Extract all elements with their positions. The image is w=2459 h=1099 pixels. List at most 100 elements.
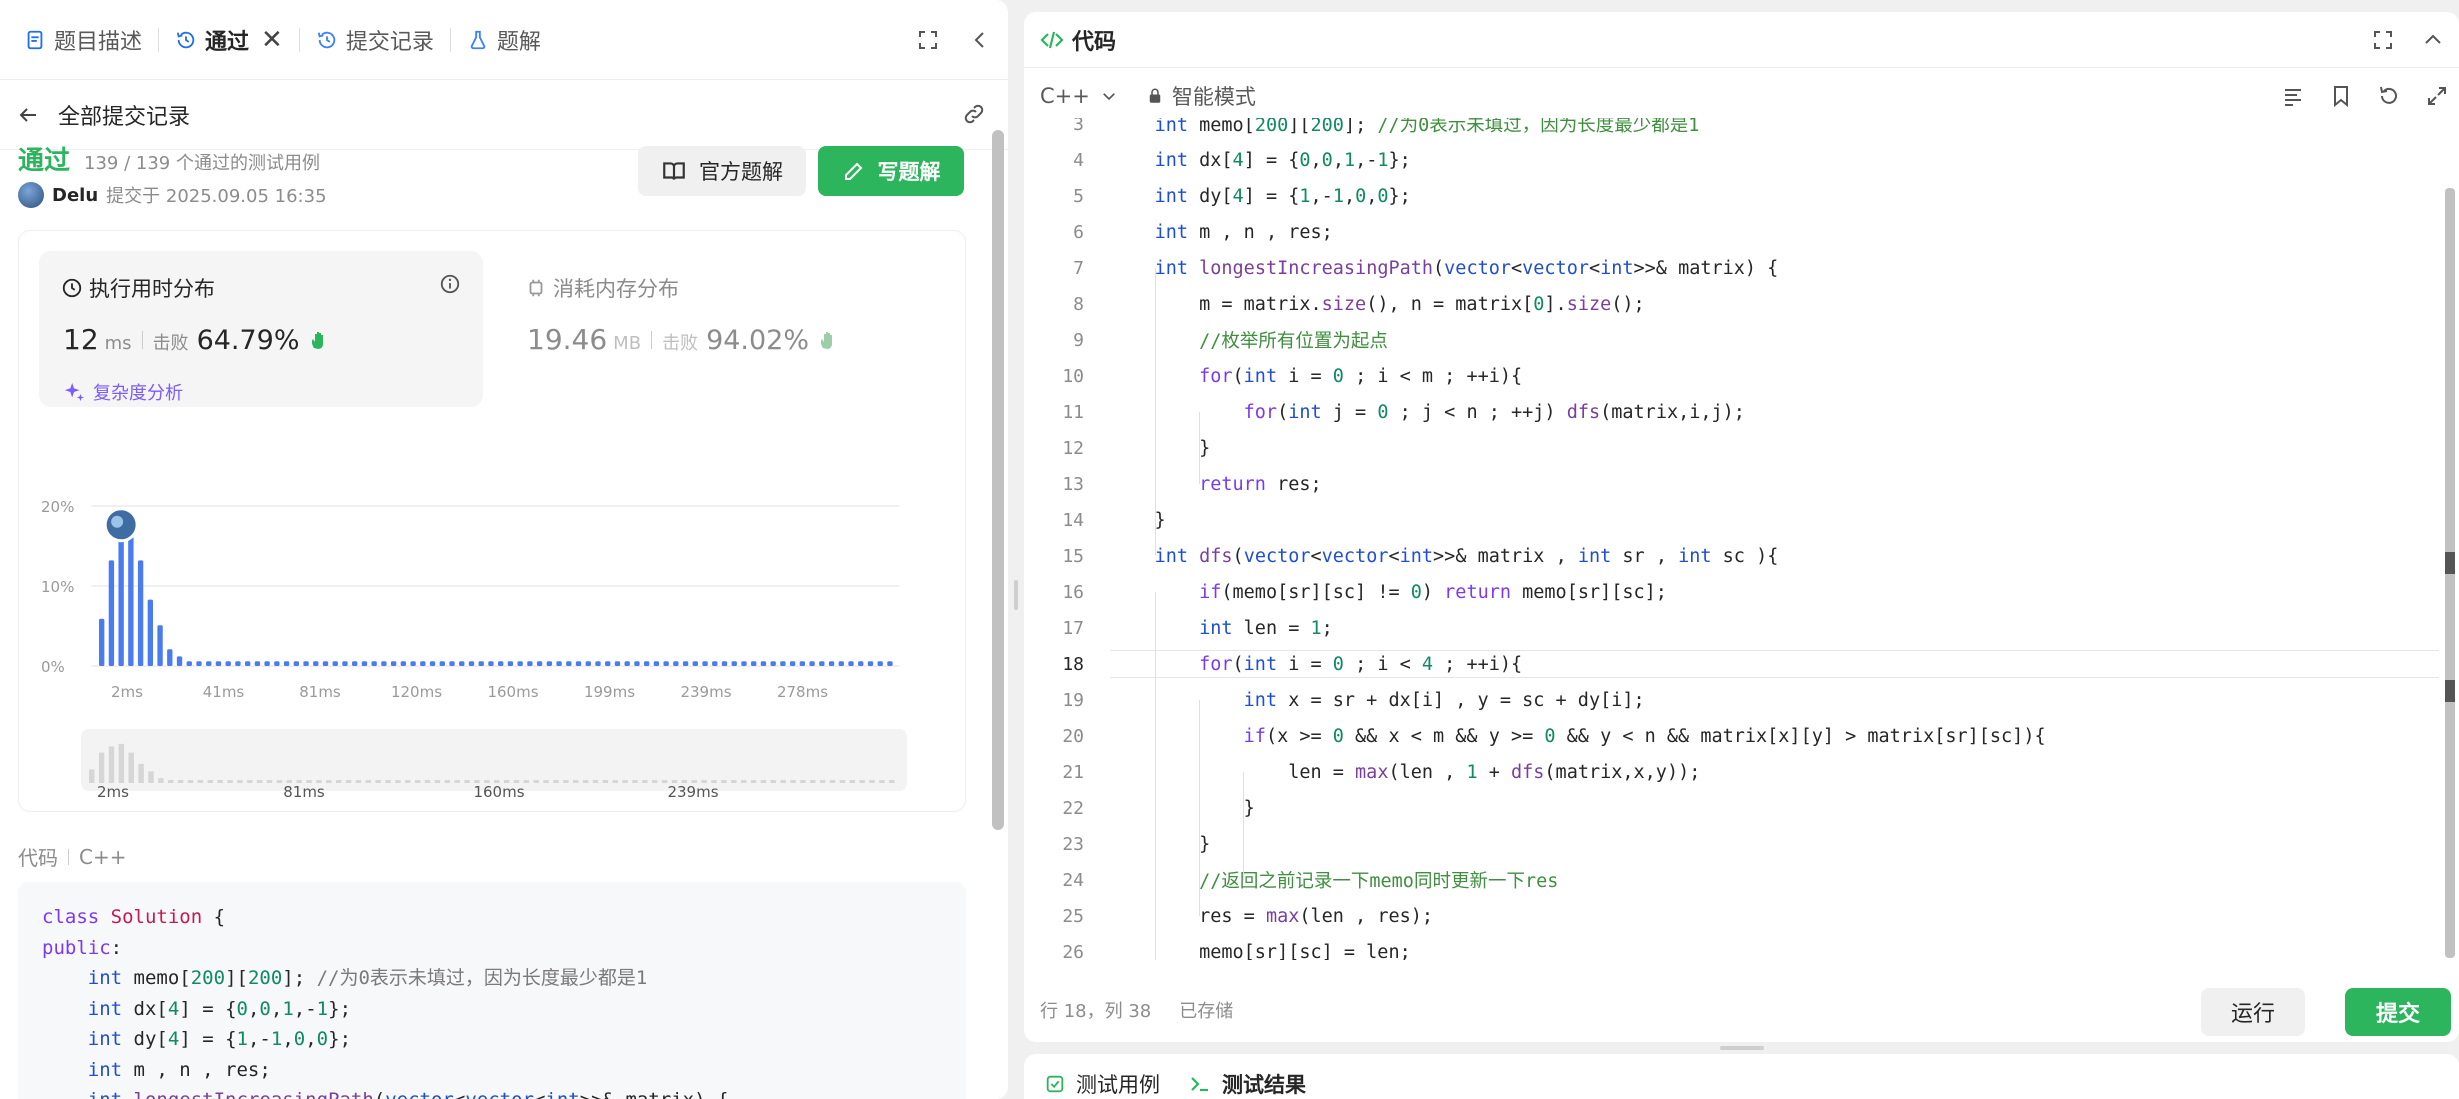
- chart-overview-bar: [385, 780, 391, 783]
- chart-bar: [692, 661, 698, 666]
- tab-test-result[interactable]: 测试结果: [1188, 1069, 1306, 1099]
- fullscreen-icon[interactable]: [916, 28, 940, 52]
- code-line[interactable]: 21 len = max(len , 1 + dfs(matrix,x,y));: [1024, 758, 2439, 786]
- code-line[interactable]: 18 for(int i = 0 ; i < 4 ; ++i){: [1024, 650, 2439, 678]
- code-line[interactable]: 16 if(memo[sr][sc] != 0) return memo[sr]…: [1024, 578, 2439, 606]
- sparkle-icon: [64, 382, 85, 402]
- code-line[interactable]: 26 memo[sr][sc] = len;: [1024, 938, 2439, 961]
- language-select[interactable]: C++: [1040, 84, 1118, 108]
- panel-resize-handle[interactable]: [1014, 580, 1018, 610]
- expand-icon[interactable]: [2425, 84, 2449, 108]
- tab-solutions[interactable]: 题解: [459, 0, 549, 80]
- format-icon[interactable]: [2281, 84, 2305, 108]
- chart-bar: [585, 661, 591, 666]
- chart-bar: [643, 661, 650, 666]
- line-number: 6: [1073, 221, 1084, 243]
- code-line[interactable]: 17 int len = 1;: [1024, 614, 2439, 642]
- all-submissions-link[interactable]: 全部提交记录: [58, 99, 190, 131]
- chart-overview-bar: [563, 780, 569, 783]
- tab-submissions-label: 提交记录: [345, 29, 434, 55]
- complexity-analysis-link[interactable]: 复杂度分析: [63, 379, 183, 405]
- chart-overview-bar: [89, 769, 95, 783]
- line-number: 25: [1062, 905, 1084, 927]
- code-editor[interactable]: 3 int memo[200][200]; //为0表示未填过，因为长度最少都是…: [1024, 118, 2439, 960]
- code-line[interactable]: 4 int dx[4] = {0,0,1,-1};: [1024, 146, 2439, 174]
- link-icon[interactable]: [962, 102, 986, 126]
- chart-bar: [128, 530, 134, 666]
- chart-bar: [361, 661, 368, 666]
- code-line[interactable]: 12 }: [1024, 434, 2439, 462]
- chart-bar: [799, 661, 806, 666]
- official-solution-label: 官方题解: [699, 160, 783, 184]
- smart-mode-toggle[interactable]: 智能模式: [1146, 81, 1256, 111]
- code-line[interactable]: 10 for(int i = 0 ; i < m ; ++i){: [1024, 362, 2439, 390]
- chart-bar: [167, 649, 173, 666]
- submit-button[interactable]: 提交: [2345, 988, 2451, 1036]
- info-icon[interactable]: [439, 273, 461, 295]
- username[interactable]: Delu: [52, 185, 98, 206]
- chart-bar: [634, 661, 640, 666]
- memory-title-label: 消耗内存分布: [553, 277, 679, 301]
- chart-bar: [332, 661, 338, 666]
- line-number: 22: [1062, 797, 1084, 819]
- code-line[interactable]: 15 int dfs(vector<vector<int>>& matrix ,…: [1024, 542, 2439, 570]
- code-section-lang: C++: [79, 844, 127, 869]
- code-line[interactable]: 24 //返回之前记录一下memo同时更新一下res: [1024, 866, 2439, 894]
- chart-highlight-avatar-detail: [111, 515, 124, 528]
- chart-bar: [322, 661, 329, 666]
- code-line[interactable]: 3 int memo[200][200]; //为0表示未填过，因为长度最少都是…: [1024, 118, 2439, 138]
- chevron-left-icon[interactable]: [968, 28, 992, 52]
- chart-bar: [575, 661, 582, 666]
- code-line[interactable]: 19 int x = sr + dx[i] , y = sc + dy[i];: [1024, 686, 2439, 714]
- code-line[interactable]: 14 }: [1024, 506, 2439, 534]
- chart-overview-bar: [879, 780, 885, 783]
- memory-title[interactable]: 消耗内存分布: [525, 273, 679, 303]
- left-scrollbar[interactable]: [992, 130, 1004, 830]
- code-line[interactable]: 22 }: [1024, 794, 2439, 822]
- official-solution-button[interactable]: 官方题解: [638, 146, 806, 196]
- terminal-icon: [1191, 1077, 1208, 1092]
- code-line[interactable]: 20 if(x >= 0 && x < m && y >= 0 && y < n…: [1024, 722, 2439, 750]
- panel-resize-handle[interactable]: [1720, 1046, 1764, 1050]
- tab-description[interactable]: 题目描述: [16, 0, 150, 80]
- chart-overview-bar: [227, 780, 233, 783]
- bookmark-icon[interactable]: [2329, 84, 2353, 108]
- code-line[interactable]: 25 res = max(len , res);: [1024, 902, 2439, 930]
- line-code: int dx[4] = {0,0,1,-1};: [1154, 149, 1411, 171]
- tab-divider: [298, 27, 300, 52]
- code-line[interactable]: 9 //枚举所有位置为起点: [1024, 326, 2439, 354]
- code-line[interactable]: 13 return res;: [1024, 470, 2439, 498]
- chart-bar: [468, 661, 475, 666]
- tab-passed[interactable]: 通过 ✕: [167, 0, 291, 80]
- saved-status: 已存储: [1179, 1001, 1234, 1022]
- indent-guide: [1243, 772, 1244, 880]
- tab-testcase[interactable]: 测试用例: [1044, 1069, 1160, 1099]
- editor-footer: 行 18，列 38 已存储 运行 提交: [1024, 978, 2459, 1042]
- chart-overview-bar: [829, 780, 836, 783]
- arrow-left-icon[interactable]: [16, 103, 40, 127]
- run-button[interactable]: 运行: [2201, 988, 2305, 1036]
- runtime-distribution-chart[interactable]: 20% 10% 0% 2ms 41ms 81ms 120ms 160ms 199ms 239ms 2…: [19, 411, 967, 811]
- chevron-up-icon[interactable]: [2421, 28, 2445, 52]
- chart-overview-bar: [405, 780, 411, 783]
- code-line[interactable]: 23 }: [1024, 830, 2439, 858]
- tab-submissions[interactable]: 提交记录: [308, 0, 442, 80]
- runtime-box[interactable]: 执行用时分布 12 ms 击败 64.79% 复杂度分析: [39, 251, 483, 407]
- code-preview: class Solution {public: int memo[200][20…: [18, 882, 966, 1099]
- chart-bar: [556, 661, 562, 666]
- code-line[interactable]: 8 m = matrix.size(), n = matrix[0].size(…: [1024, 290, 2439, 318]
- fullscreen-icon[interactable]: [2371, 28, 2395, 52]
- chart-overview-bar: [543, 780, 549, 783]
- reset-icon[interactable]: [2377, 84, 2401, 108]
- chart-overview-bar: [731, 780, 737, 783]
- line-number: 7: [1073, 257, 1084, 279]
- avatar[interactable]: [18, 182, 44, 208]
- close-icon[interactable]: ✕: [261, 25, 283, 55]
- tab-test-result-label: 测试结果: [1222, 1073, 1306, 1097]
- code-line[interactable]: 7 int longestIncreasingPath(vector<vecto…: [1024, 254, 2439, 282]
- code-line[interactable]: 5 int dy[4] = {1,-1,0,0};: [1024, 182, 2439, 210]
- code-line[interactable]: 11 for(int j = 0 ; j < n ; ++j) dfs(matr…: [1024, 398, 2439, 426]
- code-line[interactable]: 6 int m , n , res;: [1024, 218, 2439, 246]
- write-solution-button[interactable]: 写题解: [818, 146, 964, 196]
- chart-overview-bar: [256, 780, 263, 783]
